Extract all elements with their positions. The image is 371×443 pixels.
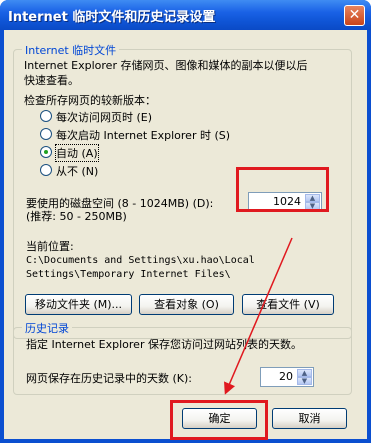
annotation-arrow bbox=[224, 237, 293, 395]
